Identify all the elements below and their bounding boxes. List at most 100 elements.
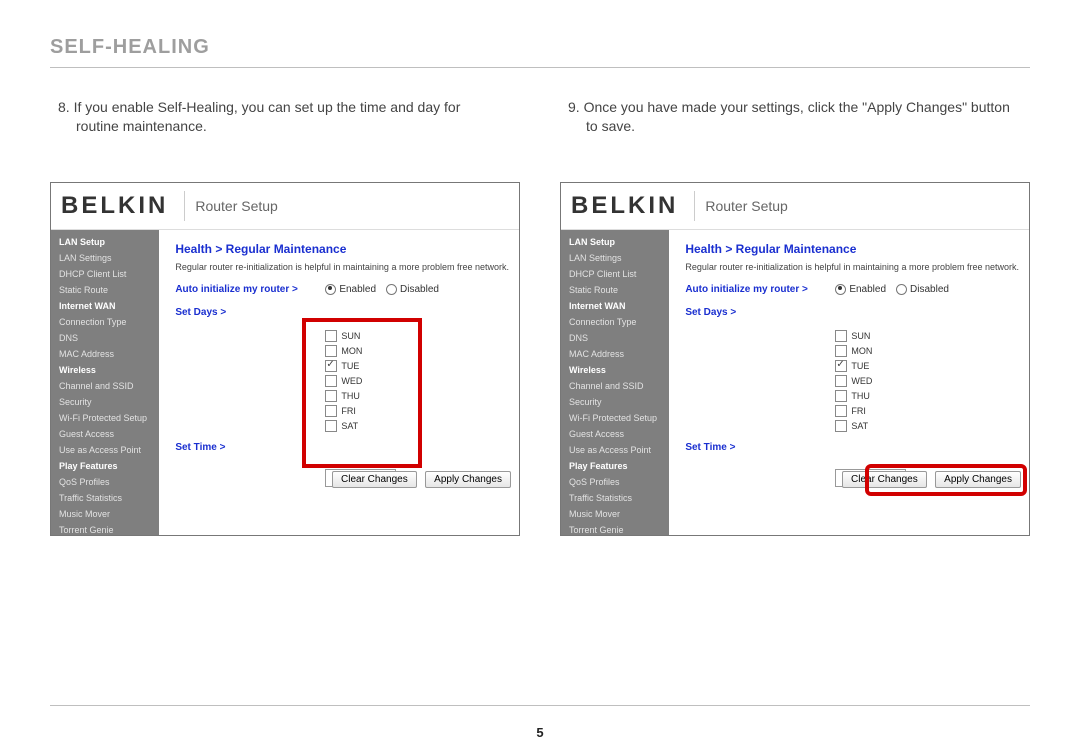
router-content: Health > Regular Maintenance Regular rou… bbox=[669, 230, 1029, 536]
sidebar-nav: LAN Setup LAN Settings DHCP Client List … bbox=[51, 230, 159, 536]
day-thu[interactable]: THU bbox=[325, 390, 425, 402]
router-topbar: BELKIN Router Setup bbox=[561, 183, 1029, 230]
day-mon[interactable]: MON bbox=[325, 345, 425, 357]
sidebar-cat-wan[interactable]: Internet WAN bbox=[561, 298, 669, 314]
content-columns: 8. If you enable Self-Healing, you can s… bbox=[50, 98, 1030, 536]
divider bbox=[694, 191, 695, 221]
page-number: 5 bbox=[0, 725, 1080, 740]
apply-changes-button[interactable]: Apply Changes bbox=[425, 471, 511, 488]
sidebar-item-guest[interactable]: Guest Access bbox=[51, 426, 159, 442]
radio-enabled[interactable]: Enabled bbox=[325, 284, 376, 295]
sidebar-item-music[interactable]: Music Mover bbox=[561, 506, 669, 522]
sidebar-item-mac[interactable]: MAC Address bbox=[561, 346, 669, 362]
right-column: 9. Once you have made your settings, cli… bbox=[560, 98, 1030, 536]
radio-dot-icon bbox=[325, 284, 336, 295]
screenshot-left: BELKIN Router Setup LAN Setup LAN Settin… bbox=[50, 182, 520, 536]
sidebar-cat-play[interactable]: Play Features bbox=[51, 458, 159, 474]
sidebar-item-qos[interactable]: QoS Profiles bbox=[561, 474, 669, 490]
set-days-row: Set Days > bbox=[685, 307, 1019, 318]
sidebar-cat-lan[interactable]: LAN Setup bbox=[51, 234, 159, 250]
apply-changes-button[interactable]: Apply Changes bbox=[935, 471, 1021, 488]
left-column: 8. If you enable Self-Healing, you can s… bbox=[50, 98, 520, 536]
radio-dot-icon bbox=[835, 284, 846, 295]
sidebar-item-dhcp[interactable]: DHCP Client List bbox=[561, 266, 669, 282]
day-tue[interactable]: TUE bbox=[325, 360, 425, 372]
sidebar-item-lan-settings[interactable]: LAN Settings bbox=[51, 250, 159, 266]
sidebar-item-lan-settings[interactable]: LAN Settings bbox=[561, 250, 669, 266]
sidebar-item-connection-type[interactable]: Connection Type bbox=[561, 314, 669, 330]
sidebar-cat-wan[interactable]: Internet WAN bbox=[51, 298, 159, 314]
sidebar-item-mac[interactable]: MAC Address bbox=[51, 346, 159, 362]
sidebar-item-dhcp[interactable]: DHCP Client List bbox=[51, 266, 159, 282]
sidebar-item-torrent[interactable]: Torrent Genie bbox=[51, 522, 159, 536]
day-fri[interactable]: FRI bbox=[325, 405, 425, 417]
sidebar-nav: LAN Setup LAN Settings DHCP Client List … bbox=[561, 230, 669, 536]
sidebar-item-security[interactable]: Security bbox=[561, 394, 669, 410]
sidebar-cat-wireless[interactable]: Wireless bbox=[51, 362, 159, 378]
instruction-8: 8. If you enable Self-Healing, you can s… bbox=[50, 98, 504, 136]
sidebar-item-qos[interactable]: QoS Profiles bbox=[51, 474, 159, 490]
screenshot-right: BELKIN Router Setup LAN Setup LAN Settin… bbox=[560, 182, 1030, 536]
sidebar-item-channel-ssid[interactable]: Channel and SSID bbox=[51, 378, 159, 394]
sidebar-item-music[interactable]: Music Mover bbox=[51, 506, 159, 522]
sidebar-item-traffic[interactable]: Traffic Statistics bbox=[51, 490, 159, 506]
set-time-label: Set Time > bbox=[685, 442, 835, 453]
day-wed[interactable]: WED bbox=[325, 375, 425, 387]
sidebar-item-static-route[interactable]: Static Route bbox=[51, 282, 159, 298]
sidebar-cat-wireless[interactable]: Wireless bbox=[561, 362, 669, 378]
day-wed[interactable]: WED bbox=[835, 375, 935, 387]
sidebar-cat-lan[interactable]: LAN Setup bbox=[561, 234, 669, 250]
auto-init-label: Auto initialize my router > bbox=[685, 284, 835, 295]
radio-disabled[interactable]: Disabled bbox=[896, 284, 949, 295]
sidebar-item-guest[interactable]: Guest Access bbox=[561, 426, 669, 442]
set-days-label: Set Days > bbox=[685, 307, 835, 318]
sidebar-item-wps[interactable]: Wi-Fi Protected Setup bbox=[561, 410, 669, 426]
set-days-row: Set Days > bbox=[175, 307, 509, 318]
description-text: Regular router re-initialization is help… bbox=[685, 262, 1019, 272]
radio-disabled[interactable]: Disabled bbox=[386, 284, 439, 295]
sidebar-item-channel-ssid[interactable]: Channel and SSID bbox=[561, 378, 669, 394]
set-time-row: Set Time > bbox=[175, 442, 509, 453]
sidebar-item-dns[interactable]: DNS bbox=[51, 330, 159, 346]
radio-enabled[interactable]: Enabled bbox=[835, 284, 886, 295]
sidebar-item-traffic[interactable]: Traffic Statistics bbox=[561, 490, 669, 506]
day-sat[interactable]: SAT bbox=[835, 420, 935, 432]
day-fri[interactable]: FRI bbox=[835, 405, 935, 417]
radio-disabled-label: Disabled bbox=[400, 284, 439, 295]
sidebar-cat-play[interactable]: Play Features bbox=[561, 458, 669, 474]
router-content: Health > Regular Maintenance Regular rou… bbox=[159, 230, 519, 536]
sidebar-item-torrent[interactable]: Torrent Genie bbox=[561, 522, 669, 536]
day-tue[interactable]: TUE bbox=[835, 360, 935, 372]
set-days-label: Set Days > bbox=[175, 307, 325, 318]
description-text: Regular router re-initialization is help… bbox=[175, 262, 509, 272]
day-sun[interactable]: SUN bbox=[325, 330, 425, 342]
sidebar-item-ap[interactable]: Use as Access Point bbox=[561, 442, 669, 458]
sidebar-item-security[interactable]: Security bbox=[51, 394, 159, 410]
day-sat[interactable]: SAT bbox=[325, 420, 425, 432]
auto-init-label: Auto initialize my router > bbox=[175, 284, 325, 295]
set-time-row: Set Time > bbox=[685, 442, 1019, 453]
sidebar-item-static-route[interactable]: Static Route bbox=[561, 282, 669, 298]
brand-logo: BELKIN bbox=[571, 192, 690, 220]
radio-enabled-label: Enabled bbox=[849, 284, 886, 295]
sidebar-item-ap[interactable]: Use as Access Point bbox=[51, 442, 159, 458]
sidebar-item-wps[interactable]: Wi-Fi Protected Setup bbox=[51, 410, 159, 426]
header-subtitle: Router Setup bbox=[705, 198, 788, 214]
sidebar-item-connection-type[interactable]: Connection Type bbox=[51, 314, 159, 330]
breadcrumb: Health > Regular Maintenance bbox=[175, 242, 509, 256]
set-time-label: Set Time > bbox=[175, 442, 325, 453]
sidebar-item-dns[interactable]: DNS bbox=[561, 330, 669, 346]
radio-dot-icon bbox=[386, 284, 397, 295]
day-sun[interactable]: SUN bbox=[835, 330, 935, 342]
page-title: SELF-HEALING bbox=[50, 36, 1030, 59]
radio-enabled-label: Enabled bbox=[339, 284, 376, 295]
router-topbar: BELKIN Router Setup bbox=[51, 183, 519, 230]
day-thu[interactable]: THU bbox=[835, 390, 935, 402]
day-mon[interactable]: MON bbox=[835, 345, 935, 357]
divider-bottom bbox=[50, 705, 1030, 706]
radio-disabled-label: Disabled bbox=[910, 284, 949, 295]
auto-init-row: Auto initialize my router > Enabled Disa… bbox=[685, 284, 1019, 295]
days-group: SUN MON TUE WED THU FRI SAT bbox=[835, 330, 935, 432]
clear-changes-button[interactable]: Clear Changes bbox=[332, 471, 417, 488]
clear-changes-button[interactable]: Clear Changes bbox=[842, 471, 927, 488]
